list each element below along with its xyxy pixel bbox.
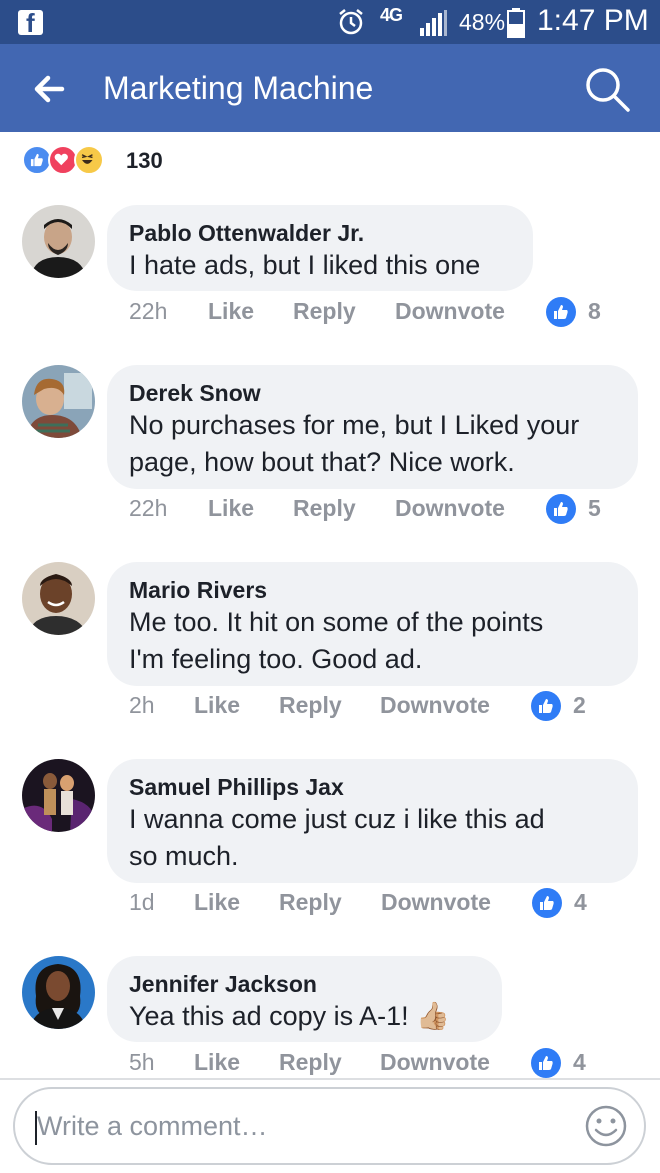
battery-icon — [507, 8, 525, 38]
comment-time[interactable]: 1d — [129, 889, 155, 916]
search-button[interactable] — [582, 64, 632, 114]
avatar[interactable] — [22, 759, 95, 832]
comment-input-placeholder: Write a comment… — [37, 1111, 268, 1141]
comment-author[interactable]: Pablo Ottenwalder Jr. — [129, 219, 511, 247]
comment-author[interactable]: Mario Rivers — [129, 576, 616, 604]
comment-text-line: page, how bout that? Nice work. — [129, 447, 515, 477]
reply-button[interactable]: Reply — [279, 1049, 342, 1076]
like-count-icon — [531, 691, 561, 721]
smiley-icon — [585, 1105, 627, 1147]
like-count[interactable]: 4 — [573, 1049, 586, 1076]
comment-text-line: No purchases for me, but I Liked your — [129, 410, 580, 440]
comment-time[interactable]: 22h — [129, 298, 167, 325]
reply-button[interactable]: Reply — [279, 692, 342, 719]
comment-bubble[interactable]: Derek Snow No purchases for me, but I Li… — [107, 365, 638, 489]
comment-input[interactable]: Write a comment… — [13, 1087, 646, 1165]
comment-text-line: I wanna come just cuz i like this ad — [129, 804, 545, 834]
downvote-button[interactable]: Downvote — [395, 495, 505, 522]
haha-reaction-icon — [74, 145, 104, 175]
like-button[interactable]: Like — [194, 889, 240, 916]
like-count[interactable]: 5 — [588, 495, 601, 522]
downvote-button[interactable]: Downvote — [395, 298, 505, 325]
like-count-icon — [546, 297, 576, 327]
downvote-button[interactable]: Downvote — [381, 889, 491, 916]
like-button[interactable]: Like — [208, 298, 254, 325]
reply-button[interactable]: Reply — [279, 889, 342, 916]
reply-button[interactable]: Reply — [293, 298, 356, 325]
comment-author[interactable]: Jennifer Jackson — [129, 970, 480, 998]
facebook-letter: f — [26, 8, 35, 38]
signal-icon — [420, 10, 447, 36]
like-count-icon — [532, 888, 562, 918]
comment-time[interactable]: 5h — [129, 1049, 155, 1076]
comment-text-line: so much. — [129, 841, 239, 871]
comment-time[interactable]: 2h — [129, 692, 155, 719]
like-count[interactable]: 2 — [573, 692, 586, 719]
comment-actions: 1d Like Reply Downvote 4 — [129, 888, 629, 923]
comment-bubble[interactable]: Samuel Phillips Jax I wanna come just cu… — [107, 759, 638, 883]
alarm-icon — [339, 9, 363, 35]
back-button[interactable] — [28, 68, 70, 110]
comment-bubble[interactable]: Pablo Ottenwalder Jr. I hate ads, but I … — [107, 205, 533, 291]
comment-actions: 2h Like Reply Downvote 2 — [129, 691, 629, 726]
reply-button[interactable]: Reply — [293, 495, 356, 522]
app-header: Marketing Machine — [0, 44, 660, 132]
downvote-button[interactable]: Downvote — [380, 692, 490, 719]
comment-author[interactable]: Derek Snow — [129, 379, 616, 407]
like-count-icon — [546, 494, 576, 524]
battery-percentage: 48% — [459, 9, 506, 35]
arrow-left-icon — [34, 75, 65, 103]
comment-text-line: I'm feeling too. Good ad. — [129, 644, 423, 674]
comment-actions: 22h Like Reply Downvote 8 — [129, 297, 629, 332]
comment-bubble[interactable]: Mario Rivers Me too. It hit on some of t… — [107, 562, 638, 686]
comment-text: I hate ads, but I liked this one — [129, 250, 481, 280]
avatar[interactable] — [22, 956, 95, 1029]
emoji-button[interactable] — [584, 1104, 628, 1148]
comment-text: Yea this ad copy is A-1! 👍🏼 — [129, 1001, 450, 1031]
downvote-button[interactable]: Downvote — [380, 1049, 490, 1076]
reaction-count[interactable]: 130 — [126, 148, 163, 174]
like-count[interactable]: 4 — [574, 889, 587, 916]
network-type: 4G — [380, 5, 403, 25]
avatar[interactable] — [22, 205, 95, 278]
like-count-icon — [531, 1048, 561, 1078]
like-button[interactable]: Like — [194, 1049, 240, 1076]
avatar[interactable] — [22, 562, 95, 635]
comment-text-line: Me too. It hit on some of the points — [129, 607, 544, 637]
composer-divider — [0, 1078, 660, 1080]
status-bar: f 4G 48% 1:47 PM — [0, 0, 660, 44]
page-title: Marketing Machine — [103, 70, 374, 106]
like-button[interactable]: Like — [208, 495, 254, 522]
like-button[interactable]: Like — [194, 692, 240, 719]
avatar[interactable] — [22, 365, 95, 438]
comment-bubble[interactable]: Jennifer Jackson Yea this ad copy is A-1… — [107, 956, 502, 1042]
search-icon — [586, 68, 630, 112]
comment-time[interactable]: 22h — [129, 495, 167, 522]
comment-actions: 22h Like Reply Downvote 5 — [129, 494, 629, 529]
like-count[interactable]: 8 — [588, 298, 601, 325]
comment-author[interactable]: Samuel Phillips Jax — [129, 773, 616, 801]
clock: 1:47 PM — [537, 4, 649, 37]
facebook-notification-icon: f — [18, 8, 43, 38]
